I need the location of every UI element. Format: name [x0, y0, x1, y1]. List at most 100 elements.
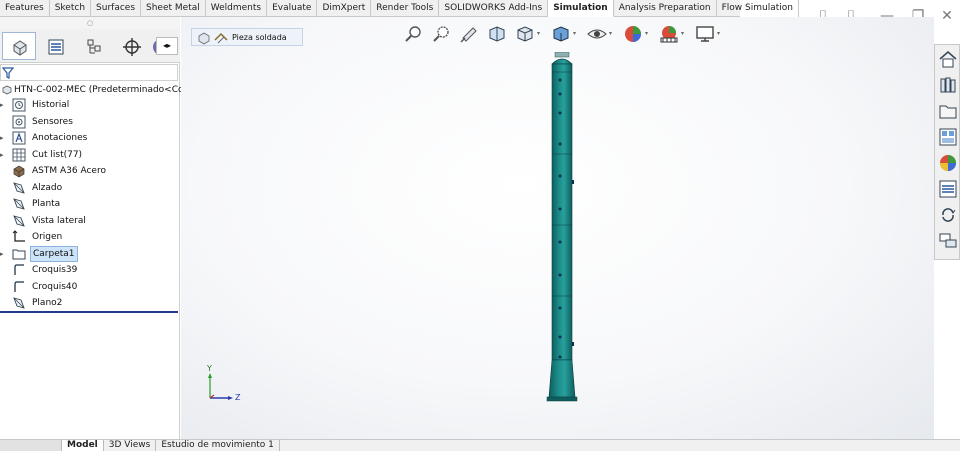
expand-arrow-icon[interactable]: ▸: [0, 246, 8, 262]
annotation-icon: [12, 131, 26, 145]
column-shell: [551, 63, 573, 361]
tab-surfaces[interactable]: Surfaces: [91, 0, 142, 17]
eye-icon: [587, 29, 607, 39]
tree-item-label: Croquis40: [32, 281, 78, 292]
column-model[interactable]: [546, 52, 578, 402]
previous-view-button[interactable]: [459, 24, 479, 44]
property-list-icon: [48, 39, 64, 55]
monitor-icon: [696, 26, 714, 42]
reference-triad: Y Z: [206, 362, 246, 406]
display-style-dropdown-icon[interactable]: ▾: [573, 30, 576, 37]
hide-show-dropdown-icon[interactable]: ▾: [609, 30, 612, 37]
display-style-icon: [553, 26, 569, 42]
tab-evaluate[interactable]: Evaluate: [267, 0, 318, 17]
tree-filter-input[interactable]: [0, 64, 178, 81]
view-settings-dropdown-icon[interactable]: ▾: [717, 30, 720, 37]
design-library-button[interactable]: [936, 73, 960, 97]
triad-y-label: Y: [207, 364, 212, 373]
bottom-tab-3d-views[interactable]: 3D Views: [104, 440, 157, 451]
previous-view-icon: [460, 27, 477, 43]
solidworks-resources-button[interactable]: [936, 47, 960, 71]
panel-tab-scroll-arrows[interactable]: ◂▸: [156, 37, 178, 55]
tab-feature-manager[interactable]: [2, 32, 36, 60]
feature-manager-panel: ○ ◂▸ HTN-C-002-MEC (Predeterminado<Com ▸…: [0, 17, 192, 451]
rollback-bar[interactable]: [0, 311, 178, 313]
tab-simulation[interactable]: Simulation: [548, 0, 614, 17]
edit-appearance-button[interactable]: [623, 24, 643, 44]
close-button[interactable]: ✕: [938, 7, 956, 25]
zoom-to-fit-icon: [405, 26, 421, 42]
breadcrumb-label: Pieza soldada: [232, 33, 287, 42]
zoom-to-fit-button[interactable]: [403, 24, 423, 44]
tab-solidworks-add-ins[interactable]: SOLIDWORKS Add-Ins: [439, 0, 549, 17]
community-button[interactable]: [936, 229, 960, 253]
part-breadcrumb-icon: [198, 32, 210, 45]
tab-analysis-preparation[interactable]: Analysis Preparation: [614, 0, 717, 17]
tab-property-manager[interactable]: [38, 32, 72, 60]
tab-weldments[interactable]: Weldments: [206, 0, 268, 17]
tab-features[interactable]: Features: [0, 0, 50, 17]
expand-arrow-icon[interactable]: ▸: [0, 147, 8, 163]
tree-item-label: Vista lateral: [32, 215, 86, 226]
origin-icon: [12, 230, 26, 244]
view-orientation-button[interactable]: [515, 24, 535, 44]
tab-navigation-arrows[interactable]: [0, 440, 62, 451]
configuration-icon: [87, 39, 101, 54]
graphics-area[interactable]: Pieza soldada ▾ ▾ ▾ ▾ ▾ ▾ Y Z: [181, 17, 934, 439]
tab-render-tools[interactable]: Render Tools: [371, 0, 440, 17]
part-icon: [2, 85, 12, 95]
view-palette-button[interactable]: [936, 125, 960, 149]
view-orientation-dropdown-icon[interactable]: ▾: [537, 30, 540, 37]
sketch-icon: [12, 280, 26, 294]
tree-root-label: HTN-C-002-MEC (Predeterminado<Com: [14, 85, 193, 95]
view-settings-button[interactable]: [695, 24, 715, 44]
solidworks-forum-button[interactable]: [936, 203, 960, 227]
panel-collapse-handle[interactable]: ○: [0, 17, 180, 29]
tab-dimxpert[interactable]: DimXpert: [317, 0, 372, 17]
zoom-to-area-button[interactable]: [431, 24, 451, 44]
sensor-icon: [12, 115, 26, 129]
zoom-to-area-icon: [433, 26, 449, 42]
hide-show-items-button[interactable]: [587, 24, 607, 44]
task-pane: [934, 44, 960, 260]
appearances-scenes-button[interactable]: [936, 151, 960, 175]
tree-item-label: Planta: [32, 199, 61, 209]
tree-item-label: Plano2: [32, 298, 63, 308]
bottom-tab-estudio-de-movimiento-1[interactable]: Estudio de movimiento 1: [156, 440, 280, 451]
tab-sheet-metal[interactable]: Sheet Metal: [141, 0, 206, 17]
bottom-tab-model[interactable]: Model: [62, 440, 104, 451]
tree-item-label: Historial: [32, 100, 70, 110]
plane-icon: [12, 181, 26, 195]
folder-open-icon: [939, 105, 957, 119]
expand-arrow-icon[interactable]: ▸: [0, 130, 8, 146]
tab-dimxpert-manager[interactable]: [114, 32, 148, 60]
scene-dropdown-icon[interactable]: ▾: [681, 30, 684, 37]
appearance-dropdown-icon[interactable]: ▾: [645, 30, 648, 37]
tab-sketch[interactable]: Sketch: [50, 0, 92, 17]
breadcrumb[interactable]: Pieza soldada: [191, 28, 303, 46]
home-icon: [939, 51, 957, 68]
display-style-button[interactable]: [551, 24, 571, 44]
tree-item-label: Origen: [32, 232, 63, 242]
custom-properties-button[interactable]: [936, 177, 960, 201]
crosshair-icon: [123, 38, 141, 56]
plane-icon: [12, 214, 26, 228]
tree-item-label: Anotaciones: [32, 133, 88, 143]
properties-list-icon: [939, 180, 957, 198]
file-explorer-button[interactable]: [936, 99, 960, 123]
sketch-icon: [12, 263, 26, 277]
heads-up-view-toolbar: ▾ ▾ ▾ ▾ ▾ ▾: [403, 21, 743, 47]
tab-flow-simulation[interactable]: Flow Simulation: [717, 0, 799, 17]
tab-configuration-manager[interactable]: [76, 32, 110, 60]
bottom-tabs: Model 3D Views Estudio de movimiento 1: [0, 439, 960, 451]
cut-list-icon: [12, 148, 26, 162]
view-palette-icon: [939, 128, 957, 146]
panel-tabs: ◂▸: [0, 29, 180, 63]
appearances-sphere-icon: [940, 155, 956, 171]
command-manager-tabs: Features Sketch Surfaces Sheet Metal Weldmen…: [0, 0, 799, 17]
section-view-button[interactable]: [487, 24, 507, 44]
apply-scene-button[interactable]: [659, 24, 679, 44]
expand-arrow-icon[interactable]: ▸: [0, 97, 8, 113]
feature-tree-icon: [13, 40, 27, 56]
view-orientation-icon: [517, 26, 533, 42]
